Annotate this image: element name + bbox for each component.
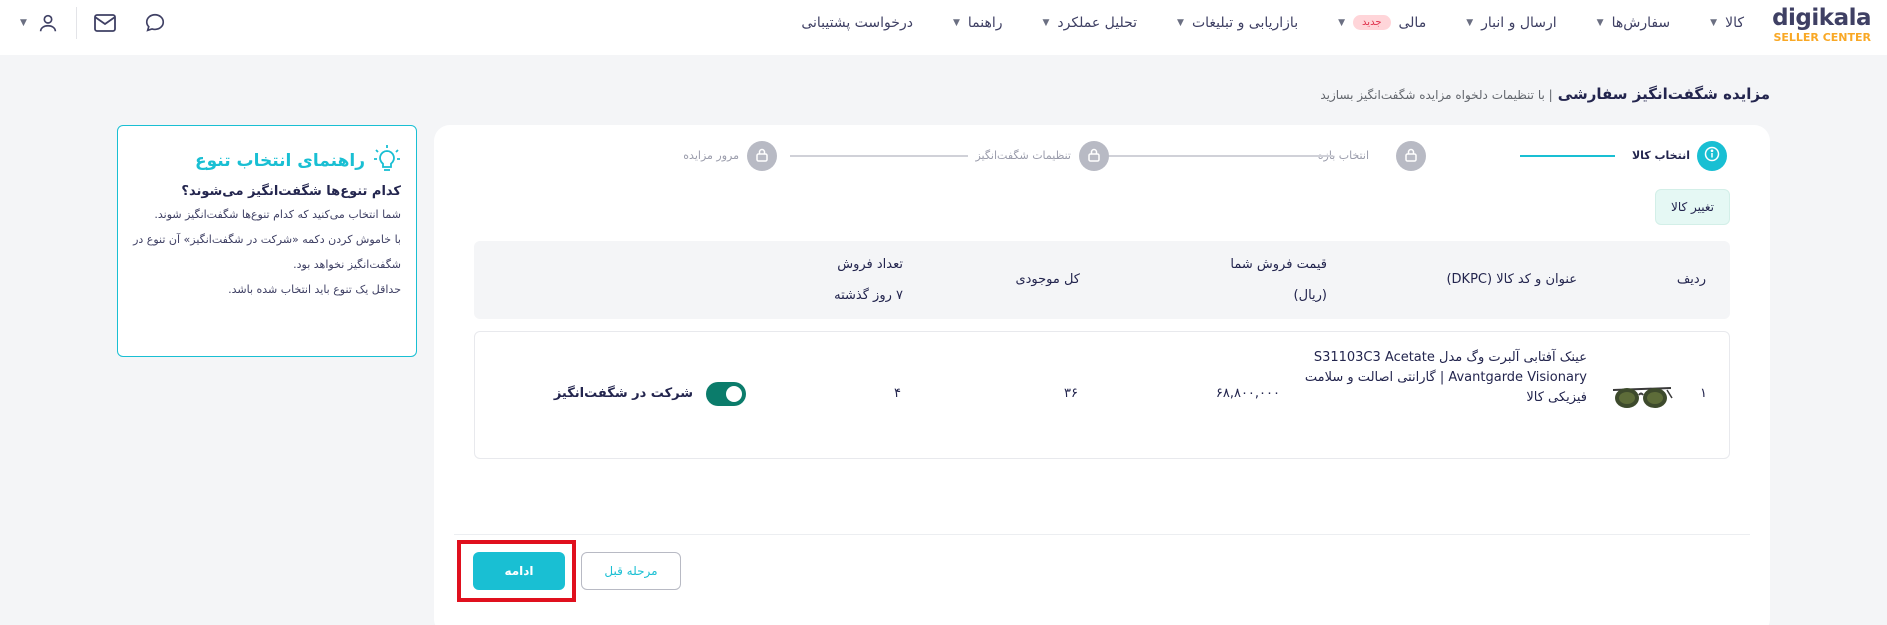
nav-item-label: بازاریابی و تبلیغات [1191, 14, 1299, 31]
nav-item-products[interactable]: کالا ▼ [1710, 15, 1744, 31]
caret-down-icon: ▼ [1177, 17, 1184, 28]
nav-item-finance[interactable]: مالی جدید ▼ [1338, 15, 1426, 31]
chat-icon[interactable] [142, 10, 168, 36]
nav-item-label: سفارش‌ها [1611, 14, 1671, 31]
nav-item-label: تحلیل عملکرد [1057, 14, 1138, 31]
new-badge: جدید [1353, 15, 1391, 30]
caret-down-icon: ▼ [1042, 17, 1050, 28]
col-header-sales-line2: ۷ روز گذشته [834, 288, 903, 303]
nav-item-label: کالا [1725, 14, 1744, 31]
guide-paragraph: شما انتخاب می‌کنید که کدام تنوع‌ها شگفت‌… [133, 202, 401, 302]
header-separator [75, 7, 77, 39]
nav-item-support[interactable]: درخواست پشتیبانی [801, 15, 913, 31]
guide-text-1: شما انتخاب می‌کنید که کدام تنوع‌ها شگفت‌… [154, 208, 401, 221]
col-header-title: عنوان و کد کالا (DKPC) [1446, 272, 1577, 287]
change-product-button[interactable]: تغییر کالا [1655, 189, 1730, 225]
step-line-active [1520, 155, 1615, 157]
guide-header: راهنمای انتخاب تنوع [133, 144, 401, 178]
lock-icon [1405, 147, 1417, 166]
caret-down-icon: ▼ [1596, 17, 1604, 28]
nav-item-help[interactable]: راهنما ▼ [953, 15, 1003, 31]
guide-title: راهنمای انتخاب تنوع [195, 151, 365, 171]
logo-text: digikala [1772, 5, 1871, 31]
product-title-line2: Avantgarde Visionary | گارانتی اصالت و س… [1304, 370, 1587, 385]
step-2-indicator [1396, 141, 1426, 171]
main-nav: کالا ▼ سفارش‌ها ▼ ارسال و انبار ▼ مالی ج… [801, 0, 1744, 45]
guide-question: کدام تنوع‌ها شگفت‌انگیز می‌شوند؟ [181, 184, 401, 199]
nav-item-shipping[interactable]: ارسال و انبار ▼ [1466, 15, 1556, 31]
col-header-price-line2: (ریال) [1293, 288, 1327, 303]
step-1-label: انتخاب کالا [1631, 149, 1690, 162]
page-title: مزایده شگفت‌انگیز سفارشی | با تنظیمات دل… [1320, 84, 1770, 103]
page-title-text: مزایده شگفت‌انگیز سفارشی [1557, 85, 1770, 103]
lock-icon [1088, 147, 1100, 166]
previous-step-button[interactable]: مرحله قبل [581, 552, 681, 590]
nav-item-label: ارسال و انبار [1481, 14, 1557, 31]
product-title-line3: فیزیکی کالا [1526, 390, 1587, 405]
table-row: ۱ عینک آفتابی آلبرت وگ مدل S31103C3 Acet… [474, 331, 1730, 459]
step-3-label: تنظیمات شگفت‌انگیز [975, 149, 1071, 162]
step-line [790, 155, 968, 157]
logo-subtext: SELLER CENTER [1773, 31, 1871, 44]
guide-card: راهنمای انتخاب تنوع کدام تنوع‌ها شگفت‌ان… [117, 125, 417, 357]
header-actions: ▼ [20, 7, 168, 39]
top-header: digikala SELLER CENTER کالا ▼ سفارش‌ها ▼… [0, 0, 1887, 55]
step-1-indicator [1697, 141, 1727, 171]
nav-item-label: مالی [1398, 14, 1427, 31]
col-header-price-line1: قیمت فروش شما [1230, 257, 1327, 272]
nav-item-label: درخواست پشتیبانی [801, 14, 913, 31]
product-title: عینک آفتابی آلبرت وگ مدل S31103C3 Acetat… [1282, 348, 1587, 408]
toggle-knob [726, 386, 742, 402]
col-header-price: قیمت فروش شما (ریال) [1230, 249, 1327, 311]
lock-icon [756, 147, 768, 166]
col-header-sales: تعداد فروش ۷ روز گذشته [834, 249, 903, 311]
col-header-stock: کل موجودی [1015, 272, 1080, 287]
lightbulb-icon [373, 144, 401, 178]
main-card: انتخاب کالا انتخاب بازه تنظیمات شگفت‌انگ… [434, 125, 1770, 625]
nav-item-orders[interactable]: سفارش‌ها ▼ [1597, 15, 1671, 31]
stepper: انتخاب کالا انتخاب بازه تنظیمات شگفت‌انگ… [434, 141, 1770, 173]
caret-down-icon[interactable]: ▼ [20, 18, 27, 28]
nav-item-label: راهنما [967, 14, 1003, 31]
nav-item-analytics[interactable]: تحلیل عملکرد ▼ [1042, 15, 1137, 31]
step-line [1107, 155, 1333, 157]
product-title-line1: عینک آفتابی آلبرت وگ مدل S31103C3 Acetat… [1313, 350, 1587, 365]
page-subtitle: | با تنظیمات دلخواه مزایده شگفت‌انگیز بس… [1320, 88, 1553, 102]
caret-down-icon: ▼ [952, 17, 960, 28]
product-price: ۶۸,۸۰۰,۰۰۰ [1215, 386, 1280, 401]
product-thumbnail [1611, 382, 1673, 410]
participate-label: شرکت در شگفت‌انگیز [553, 386, 693, 401]
digikala-logo[interactable]: digikala SELLER CENTER [1761, 4, 1871, 44]
caret-down-icon: ▼ [1466, 17, 1474, 28]
caret-down-icon: ▼ [1710, 17, 1718, 28]
row-index: ۱ [1700, 386, 1707, 401]
table-header: ردیف عنوان و کد کالا (DKPC) قیمت فروش شم… [474, 241, 1730, 319]
col-header-sales-line1: تعداد فروش [837, 257, 903, 272]
user-icon[interactable] [35, 10, 61, 36]
caret-down-icon: ▼ [1338, 17, 1346, 28]
mail-icon[interactable] [92, 10, 118, 36]
continue-button[interactable]: ادامه [473, 552, 565, 590]
step-4-label: مرور مزایده [683, 149, 739, 162]
guide-text-3: حداقل یک تنوع باید انتخاب شده باشد. [228, 283, 401, 296]
product-stock: ۳۶ [1064, 386, 1078, 401]
product-sales: ۴ [894, 386, 901, 401]
step-3-indicator [1079, 141, 1109, 171]
participate-toggle[interactable] [706, 382, 746, 406]
nav-item-marketing[interactable]: بازاریابی و تبلیغات ▼ [1177, 15, 1298, 31]
col-header-row: ردیف [1676, 272, 1706, 287]
guide-text-2: با خاموش کردن دکمه «شرکت در شگفت‌انگیز» … [133, 233, 401, 271]
footer-divider [454, 534, 1750, 535]
step-4-indicator [747, 141, 777, 171]
info-icon [1704, 146, 1720, 166]
